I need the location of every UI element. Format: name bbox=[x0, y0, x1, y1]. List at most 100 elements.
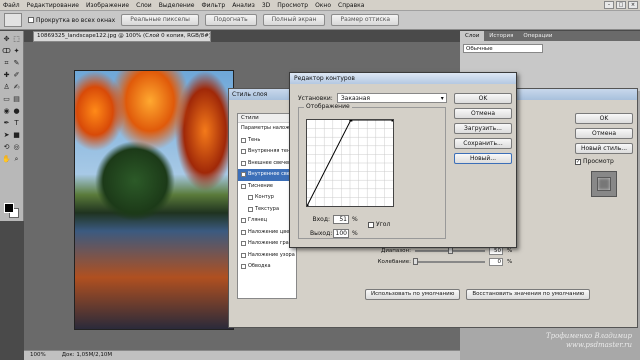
move-tool-icon[interactable]: ✥ bbox=[2, 35, 11, 44]
menu-file[interactable]: Файл bbox=[3, 2, 20, 9]
fit-screen-button[interactable]: Подогнать bbox=[204, 14, 257, 26]
shape-tool-icon[interactable]: ■ bbox=[12, 131, 21, 140]
style-item[interactable]: Тень bbox=[238, 135, 296, 147]
layer-style-ok-button[interactable]: OK bbox=[575, 113, 633, 124]
checkbox-icon[interactable] bbox=[241, 137, 246, 143]
style-item[interactable]: Контур bbox=[238, 192, 296, 204]
menu-filter[interactable]: Фильтр bbox=[201, 2, 225, 9]
contour-load-button[interactable]: Загрузить... bbox=[454, 123, 512, 134]
input-field[interactable]: 51 bbox=[333, 215, 349, 224]
contour-new-button[interactable]: Новый... bbox=[454, 153, 512, 164]
contour-cancel-button[interactable]: Отмена bbox=[454, 108, 512, 119]
styles-list: Стили Параметры наложения Тень Внутренняя … bbox=[237, 113, 297, 299]
checkbox-icon[interactable] bbox=[241, 218, 246, 224]
minimize-icon[interactable]: – bbox=[604, 1, 614, 9]
output-field[interactable]: 100 bbox=[333, 229, 349, 238]
menu-view[interactable]: Просмотр bbox=[277, 2, 308, 9]
jitter-slider-knob[interactable] bbox=[413, 258, 418, 265]
print-size-button[interactable]: Размер оттиска bbox=[331, 14, 400, 26]
marquee-tool-icon[interactable]: ⬚ bbox=[12, 35, 21, 44]
contour-ok-button[interactable]: OK bbox=[454, 93, 512, 104]
magic-wand-icon[interactable]: ✦ bbox=[12, 47, 21, 56]
lasso-tool-icon[interactable]: ↀ bbox=[2, 47, 11, 56]
menu-window[interactable]: Окно bbox=[315, 2, 331, 9]
hand-tool-icon[interactable] bbox=[4, 13, 22, 27]
actual-pixels-button[interactable]: Реальные пикселы bbox=[121, 14, 199, 26]
foreground-color-swatch[interactable] bbox=[4, 203, 14, 213]
reset-default-button[interactable]: Восстановить значения по умолчанию bbox=[466, 289, 591, 300]
eyedropper-icon[interactable]: ✎ bbox=[12, 59, 21, 68]
fill-screen-button[interactable]: Полный экран bbox=[262, 14, 326, 26]
blur-tool-icon[interactable]: ◉ bbox=[2, 107, 11, 116]
style-item[interactable]: Параметры наложения bbox=[238, 123, 296, 135]
tab-actions[interactable]: Операции bbox=[518, 31, 557, 41]
hand-tool-icon[interactable]: ✋ bbox=[2, 155, 11, 164]
range-slider-knob[interactable] bbox=[448, 247, 453, 254]
checkbox-icon[interactable] bbox=[241, 252, 246, 258]
layer-style-cancel-button[interactable]: Отмена bbox=[575, 128, 633, 139]
clone-stamp-icon[interactable]: ♙ bbox=[2, 83, 11, 92]
range-slider[interactable] bbox=[415, 247, 485, 254]
style-item[interactable]: Глянец bbox=[238, 215, 296, 227]
menu-select[interactable]: Выделение bbox=[159, 2, 195, 9]
healing-brush-icon[interactable]: ✚ bbox=[2, 71, 11, 80]
style-item[interactable]: Внешнее свечение bbox=[238, 158, 296, 170]
jitter-slider[interactable] bbox=[413, 258, 485, 265]
3d-orbit-icon[interactable]: ◎ bbox=[12, 143, 21, 152]
maximize-icon[interactable]: □ bbox=[616, 1, 626, 9]
checkbox-icon[interactable] bbox=[248, 206, 253, 212]
new-style-button[interactable]: Новый стиль... bbox=[575, 143, 633, 154]
range-value[interactable]: 50 bbox=[489, 247, 503, 255]
curve-graph[interactable] bbox=[305, 118, 395, 208]
path-select-icon[interactable]: ➤ bbox=[2, 131, 11, 140]
style-item[interactable]: Текстура bbox=[238, 204, 296, 216]
pen-tool-icon[interactable]: ✒ bbox=[2, 119, 11, 128]
gradient-tool-icon[interactable]: ▤ bbox=[12, 95, 21, 104]
style-item[interactable]: Наложение узора bbox=[238, 250, 296, 262]
preview-checkbox[interactable]: ✓ Просмотр bbox=[575, 158, 633, 165]
checkbox-icon[interactable] bbox=[241, 264, 246, 270]
menu-edit[interactable]: Редактирование bbox=[27, 2, 79, 9]
eraser-tool-icon[interactable]: ▭ bbox=[2, 95, 11, 104]
checkbox-icon[interactable] bbox=[248, 195, 253, 201]
curve-point[interactable] bbox=[391, 118, 395, 122]
brush-tool-icon[interactable]: ✐ bbox=[12, 71, 21, 80]
menu-help[interactable]: Справка bbox=[338, 2, 364, 9]
checkbox-icon[interactable] bbox=[241, 172, 246, 178]
corner-checkbox[interactable]: Угол bbox=[368, 221, 390, 228]
type-tool-icon[interactable]: T bbox=[12, 119, 21, 128]
blend-mode-select[interactable]: Обычные bbox=[463, 44, 543, 53]
curve-point[interactable] bbox=[349, 118, 353, 122]
make-default-button[interactable]: Использовать по умолчанию bbox=[365, 289, 461, 300]
style-item[interactable]: Обводка bbox=[238, 261, 296, 273]
curve-point[interactable] bbox=[305, 204, 309, 208]
history-brush-icon[interactable]: ✍ bbox=[12, 83, 21, 92]
style-item[interactable]: Внутреннее свечение bbox=[238, 169, 296, 181]
dodge-tool-icon[interactable]: ● bbox=[12, 107, 21, 116]
jitter-value[interactable]: 0 bbox=[489, 258, 503, 266]
tab-history[interactable]: История bbox=[484, 31, 518, 41]
style-item[interactable]: Наложение цвета bbox=[238, 227, 296, 239]
checkbox-icon[interactable] bbox=[241, 160, 246, 166]
styles-header[interactable]: Стили bbox=[238, 114, 296, 123]
scroll-all-windows-checkbox[interactable]: Прокрутка во всех окнах bbox=[28, 17, 115, 24]
crop-tool-icon[interactable]: ⌗ bbox=[2, 59, 11, 68]
style-item[interactable]: Наложение градиента bbox=[238, 238, 296, 250]
close-icon[interactable]: × bbox=[628, 1, 638, 9]
menu-image[interactable]: Изображение bbox=[86, 2, 129, 9]
style-item[interactable]: Внутренняя тень bbox=[238, 146, 296, 158]
document-tab[interactable]: 10869325_landscape122.jpg @ 100% (Слой 0… bbox=[33, 31, 211, 42]
contour-save-button[interactable]: Сохранить... bbox=[454, 138, 512, 149]
menu-layers[interactable]: Слои bbox=[136, 2, 152, 9]
preset-select[interactable]: Заказная bbox=[336, 93, 447, 103]
checkbox-icon[interactable] bbox=[241, 183, 246, 189]
3d-rotate-icon[interactable]: ⟲ bbox=[2, 143, 11, 152]
style-item[interactable]: Тиснение bbox=[238, 181, 296, 193]
menu-3d[interactable]: 3D bbox=[262, 2, 270, 9]
zoom-tool-icon[interactable]: ⌕ bbox=[12, 155, 21, 164]
checkbox-icon[interactable] bbox=[241, 241, 246, 247]
tab-layers[interactable]: Слои bbox=[460, 31, 485, 41]
menu-analysis[interactable]: Анализ bbox=[232, 2, 255, 9]
checkbox-icon[interactable] bbox=[241, 149, 246, 155]
checkbox-icon[interactable] bbox=[241, 229, 246, 235]
